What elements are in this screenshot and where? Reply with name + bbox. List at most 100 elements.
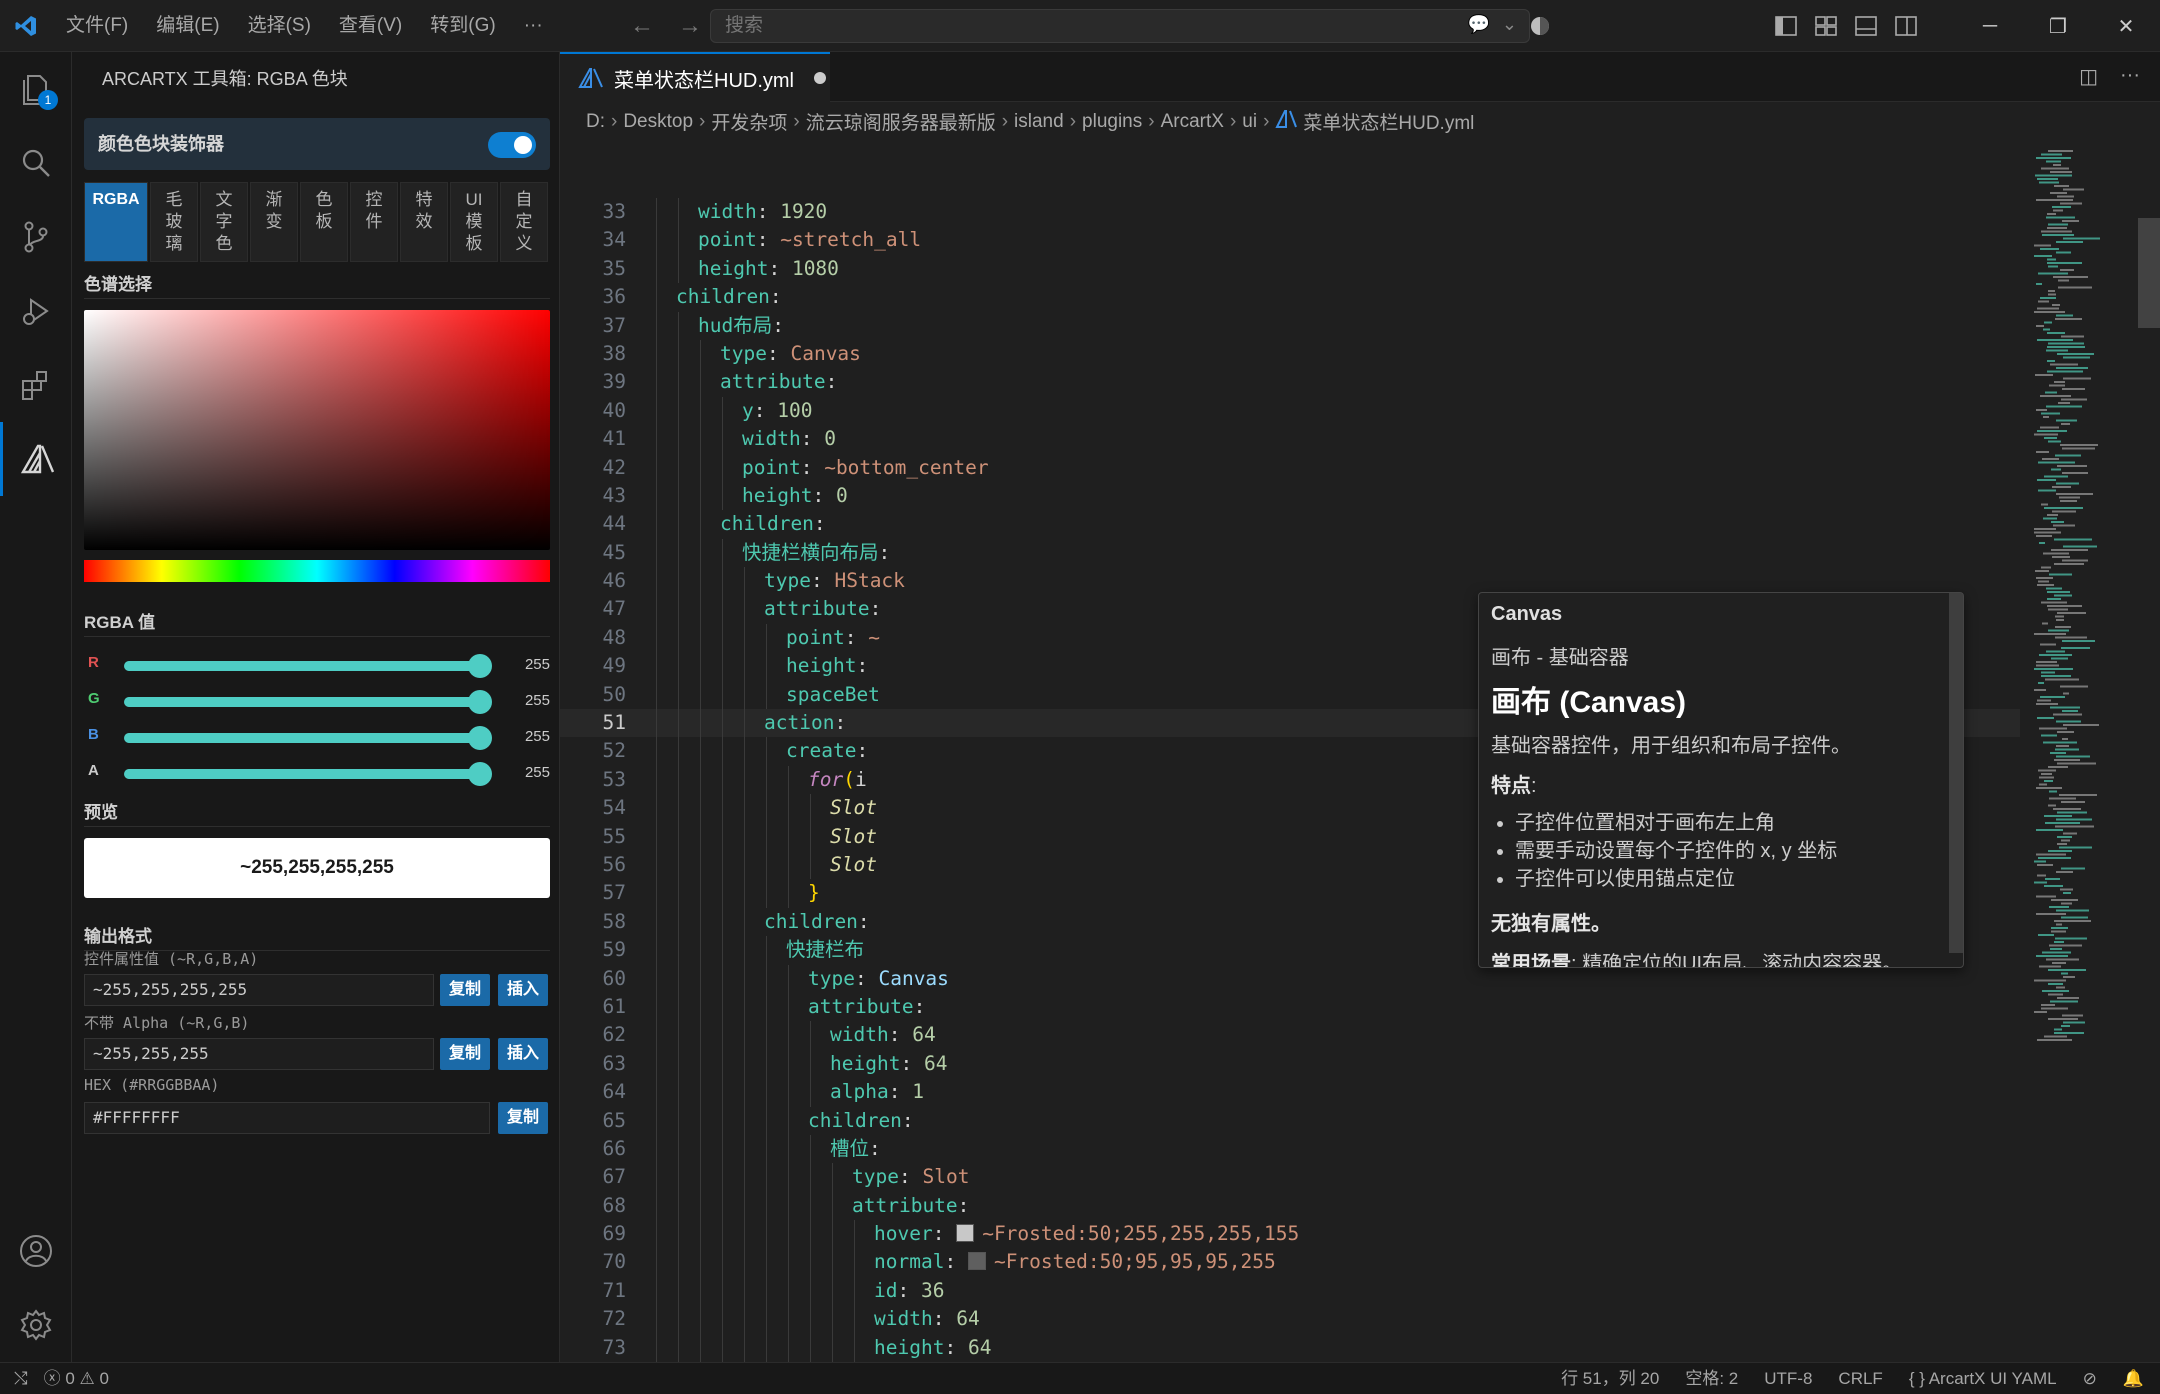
- code-line[interactable]: 44 children:: [560, 510, 2020, 539]
- source-control-icon[interactable]: [0, 200, 72, 274]
- tool-tab[interactable]: 特效: [400, 182, 448, 262]
- restore-button[interactable]: ❐: [2024, 0, 2092, 52]
- toggle-secondary-sidebar-icon[interactable]: [1886, 0, 1926, 52]
- tool-tab[interactable]: 文字色: [200, 182, 248, 262]
- hue-slider[interactable]: [84, 560, 550, 582]
- problems-indicator[interactable]: ⓧ 0 ⚠ 0: [44, 1363, 109, 1394]
- tool-tab[interactable]: RGBA: [84, 182, 148, 262]
- code-line[interactable]: 72 width: 64: [560, 1305, 2020, 1334]
- decorator-toggle[interactable]: [488, 132, 536, 158]
- color-swatch[interactable]: [967, 1252, 986, 1271]
- copilot-status-icon[interactable]: ⊘: [2083, 1363, 2097, 1394]
- code-line[interactable]: 61 attribute:: [560, 992, 2020, 1022]
- chevron-down-icon[interactable]: ⌄: [1502, 14, 1517, 35]
- copy-rgb-button[interactable]: 复制: [440, 1038, 490, 1070]
- remote-icon[interactable]: ⤭: [14, 1363, 28, 1394]
- minimap[interactable]: [2030, 142, 2150, 1322]
- insert-rgba-button[interactable]: 插入: [498, 974, 548, 1006]
- arcartx-toolbox-icon[interactable]: [0, 422, 72, 496]
- hover-scrollbar[interactable]: [1949, 593, 1963, 953]
- explorer-icon[interactable]: 1: [0, 52, 72, 126]
- channel-slider-track[interactable]: [124, 733, 480, 743]
- channel-slider-thumb[interactable]: [468, 654, 492, 678]
- extensions-icon[interactable]: [0, 348, 72, 422]
- chat-icon[interactable]: 💬: [1467, 14, 1489, 35]
- breadcrumb-item[interactable]: 流云琼阁服务器最新版: [806, 108, 996, 135]
- code-line[interactable]: 64 alpha: 1: [560, 1078, 2020, 1107]
- toggle-sidebar-icon[interactable]: [1766, 0, 1806, 52]
- color-swatch[interactable]: [956, 1224, 975, 1243]
- tool-tab[interactable]: UI模板: [450, 182, 498, 262]
- tool-tab[interactable]: 自定义: [500, 182, 548, 262]
- cursor-position[interactable]: 行 51，列 20: [1561, 1363, 1659, 1394]
- more-actions-icon[interactable]: ···: [2120, 64, 2140, 89]
- breadcrumb-item[interactable]: Desktop: [623, 111, 693, 133]
- menu-item[interactable]: 选择(S): [234, 0, 325, 52]
- code-line[interactable]: 68 attribute:: [560, 1191, 2020, 1221]
- menu-item[interactable]: 文件(F): [52, 0, 142, 52]
- customize-layout-icon[interactable]: [1806, 0, 1846, 52]
- code-line[interactable]: 66 槽位:: [560, 1134, 2020, 1164]
- tool-tab[interactable]: 控件: [350, 182, 398, 262]
- code-line[interactable]: 36 children:: [560, 283, 2020, 312]
- code-line[interactable]: 67 type: Slot: [560, 1163, 2020, 1192]
- code-line[interactable]: 65 children:: [560, 1106, 2020, 1135]
- unsaved-dot-icon[interactable]: [814, 72, 826, 84]
- color-spectrum-picker[interactable]: [84, 310, 550, 550]
- copy-hex-button[interactable]: 复制: [498, 1102, 548, 1134]
- code-line[interactable]: 38 type: Canvas: [560, 339, 2020, 369]
- channel-slider-track[interactable]: [124, 661, 480, 671]
- back-arrow-icon[interactable]: ←: [630, 0, 654, 52]
- encoding[interactable]: UTF-8: [1764, 1363, 1812, 1394]
- insert-rgb-button[interactable]: 插入: [498, 1038, 548, 1070]
- tab-file[interactable]: 菜单状态栏HUD.yml: [560, 52, 830, 102]
- indentation[interactable]: 空格: 2: [1685, 1363, 1738, 1394]
- toggle-panel-icon[interactable]: [1846, 0, 1886, 52]
- breadcrumb-item[interactable]: island: [1014, 111, 1064, 133]
- format-value-rgba[interactable]: ~255,255,255,255: [84, 974, 434, 1006]
- copy-rgba-button[interactable]: 复制: [440, 974, 490, 1006]
- menu-item[interactable]: 转到(G): [416, 0, 509, 52]
- channel-slider-track[interactable]: [124, 697, 480, 707]
- tool-tab[interactable]: 色板: [300, 182, 348, 262]
- channel-slider-thumb[interactable]: [468, 726, 492, 750]
- code-line[interactable]: 37 hud布局:: [560, 311, 2020, 340]
- breadcrumb-item[interactable]: 菜单状态栏HUD.yml: [1303, 108, 1474, 135]
- breadcrumb-item[interactable]: plugins: [1082, 111, 1142, 133]
- command-center-search[interactable]: 💬 ⌄: [710, 9, 1530, 43]
- code-line[interactable]: 69 hover: ~Frosted:50;255,255,255,155: [560, 1220, 2020, 1249]
- notifications-bell-icon[interactable]: 🔔: [2123, 1363, 2144, 1394]
- search-icon[interactable]: [0, 126, 72, 200]
- settings-gear-icon[interactable]: [0, 1288, 72, 1362]
- channel-slider-thumb[interactable]: [468, 762, 492, 786]
- menu-item[interactable]: ···: [510, 0, 557, 52]
- code-line[interactable]: 73 height: 64: [560, 1333, 2020, 1363]
- channel-slider-thumb[interactable]: [468, 690, 492, 714]
- code-line[interactable]: 41 width: 0: [560, 425, 2020, 454]
- code-line[interactable]: 43 height: 0: [560, 481, 2020, 511]
- breadcrumb-item[interactable]: 开发杂项: [711, 108, 787, 135]
- format-value-hex[interactable]: #FFFFFFFF: [84, 1102, 490, 1134]
- code-line[interactable]: 60 type: Canvas: [560, 964, 2020, 993]
- code-line[interactable]: 63 height: 64: [560, 1049, 2020, 1079]
- code-line[interactable]: 71 id: 36: [560, 1276, 2020, 1306]
- breadcrumb-item[interactable]: ui: [1242, 111, 1257, 133]
- code-line[interactable]: 42 point: ~bottom_center: [560, 453, 2020, 482]
- minimize-button[interactable]: ─: [1956, 0, 2024, 52]
- close-button[interactable]: ✕: [2092, 0, 2160, 52]
- end-of-line[interactable]: CRLF: [1838, 1363, 1882, 1394]
- format-value-rgb[interactable]: ~255,255,255: [84, 1038, 434, 1070]
- breadcrumb-item[interactable]: ArcartX: [1161, 111, 1224, 133]
- forward-arrow-icon[interactable]: →: [678, 0, 702, 52]
- menu-item[interactable]: 编辑(E): [142, 0, 233, 52]
- editor-scrollbar[interactable]: [2138, 218, 2160, 328]
- run-debug-icon[interactable]: [0, 274, 72, 348]
- account-icon[interactable]: [0, 1214, 72, 1288]
- channel-slider-track[interactable]: [124, 769, 480, 779]
- search-input[interactable]: [711, 10, 1411, 42]
- code-line[interactable]: 45 快捷栏横向布局:: [560, 538, 2020, 568]
- language-mode[interactable]: { } ArcartX UI YAML: [1909, 1363, 2057, 1394]
- code-line[interactable]: 35 height: 1080: [560, 254, 2020, 284]
- tool-tab[interactable]: 毛玻璃: [150, 182, 198, 262]
- code-line[interactable]: 34 point: ~stretch_all: [560, 226, 2020, 255]
